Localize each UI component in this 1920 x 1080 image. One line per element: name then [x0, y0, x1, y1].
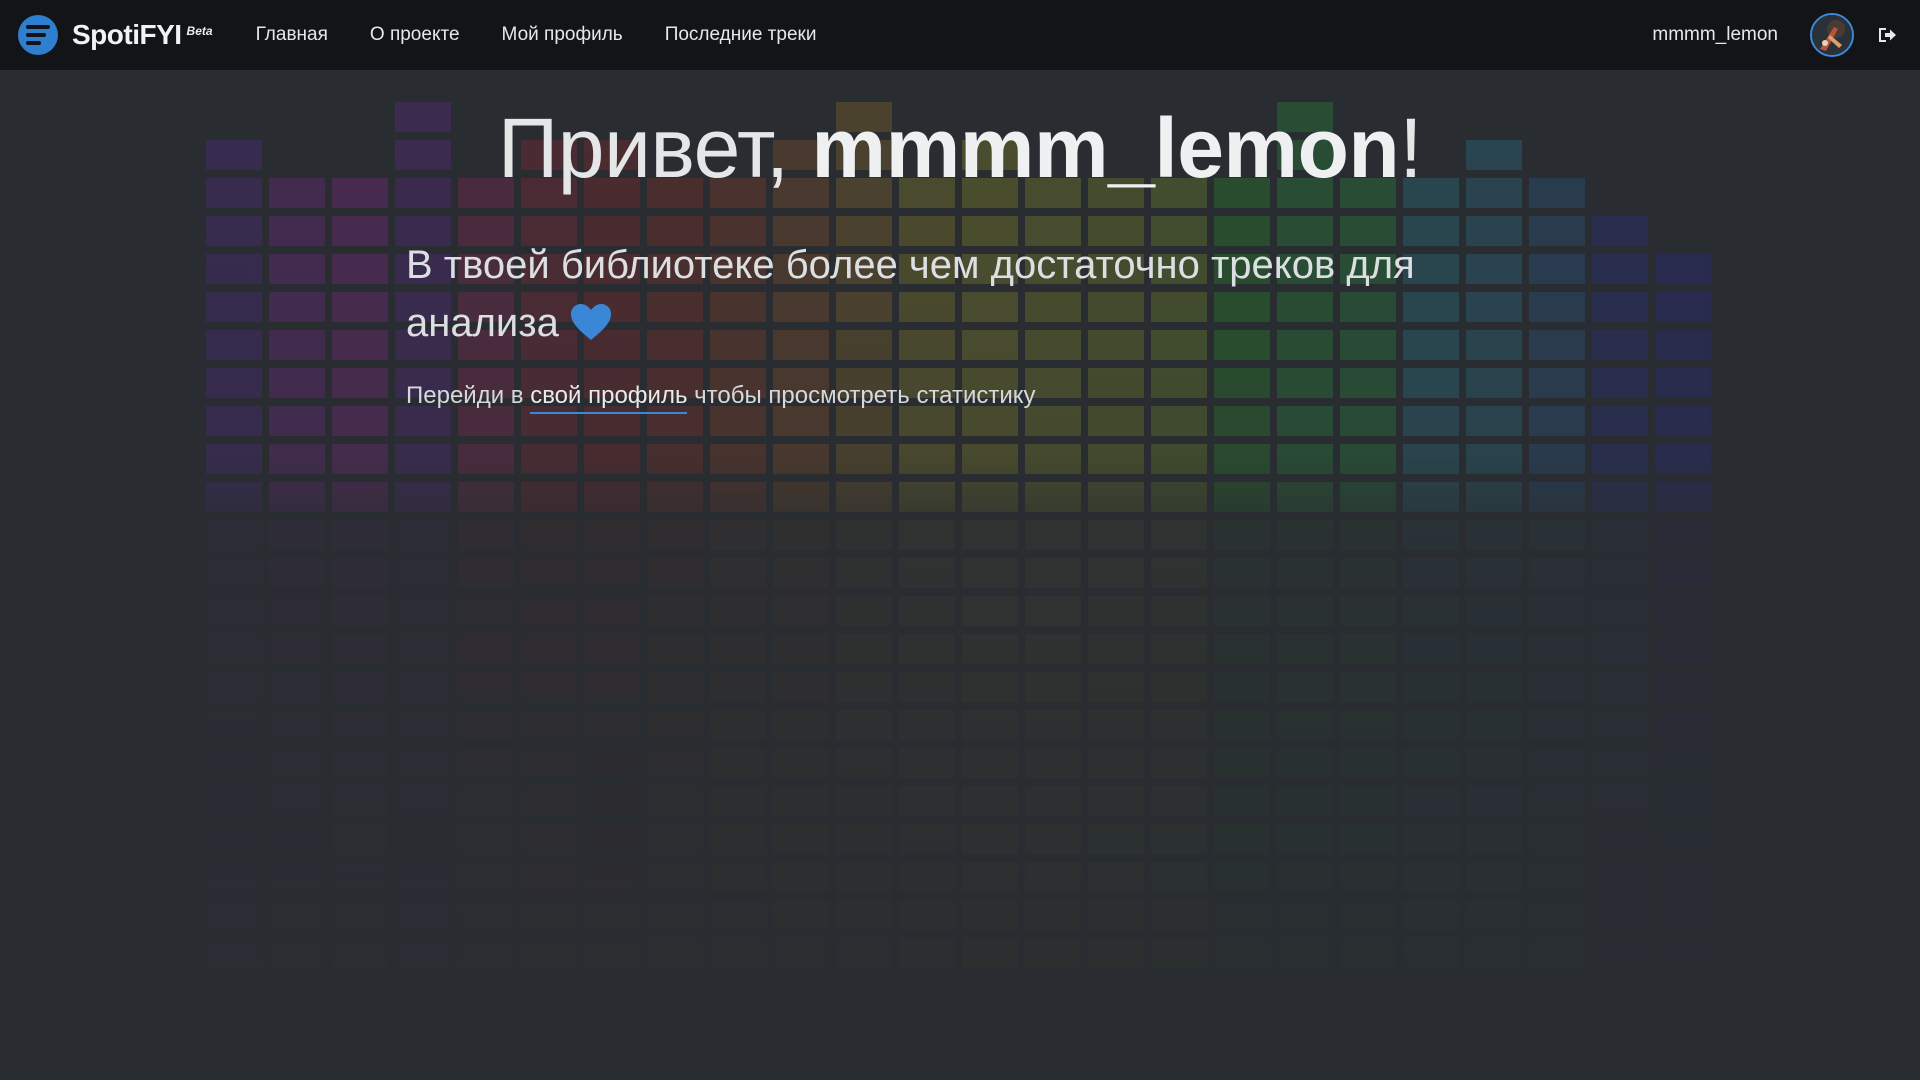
- hint-after: чтобы просмотреть статистику: [687, 382, 1036, 409]
- nav-link-profile[interactable]: Мой профиль: [481, 24, 644, 46]
- nav-link-recent-tracks[interactable]: Последние треки: [644, 24, 838, 46]
- library-status-label: В твоей библиотеке более чем достаточно …: [406, 243, 1415, 345]
- nav-user-area: mmmm_lemon: [1652, 13, 1898, 57]
- nav-link-home[interactable]: Главная: [235, 24, 349, 46]
- brand-link[interactable]: SpotiFYI Beta: [18, 15, 213, 55]
- spotify-logo-icon: [18, 15, 58, 55]
- user-avatar-icon: [1812, 15, 1852, 55]
- avatar[interactable]: [1810, 13, 1854, 57]
- sign-out-icon[interactable]: [1876, 24, 1898, 46]
- library-status-text: В твоей библиотеке более чем достаточно …: [406, 236, 1526, 352]
- username-link[interactable]: mmmm_lemon: [1652, 24, 1778, 46]
- nav-links: Главная О проекте Мой профиль Последние …: [235, 24, 838, 46]
- nav-link-about[interactable]: О проекте: [349, 24, 481, 46]
- beta-badge: Beta: [186, 24, 213, 38]
- greeting-prefix: Привет,: [497, 101, 812, 195]
- brand-name: SpotiFYI: [72, 19, 182, 50]
- greeting-suffix: !: [1399, 101, 1423, 195]
- greeting-username: mmmm_lemon: [811, 101, 1400, 195]
- profile-link[interactable]: свой профиль: [530, 382, 688, 414]
- profile-hint: Перейди в свой профиль чтобы просмотреть…: [406, 382, 1036, 414]
- top-navbar: SpotiFYI Beta Главная О проекте Мой проф…: [0, 0, 1920, 70]
- greeting-heading: Привет, mmmm_lemon!: [0, 100, 1920, 197]
- main-content: Привет, mmmm_lemon! В твоей библиотеке б…: [0, 70, 1920, 1080]
- heart-icon: [570, 304, 611, 340]
- hint-before: Перейди в: [406, 382, 531, 409]
